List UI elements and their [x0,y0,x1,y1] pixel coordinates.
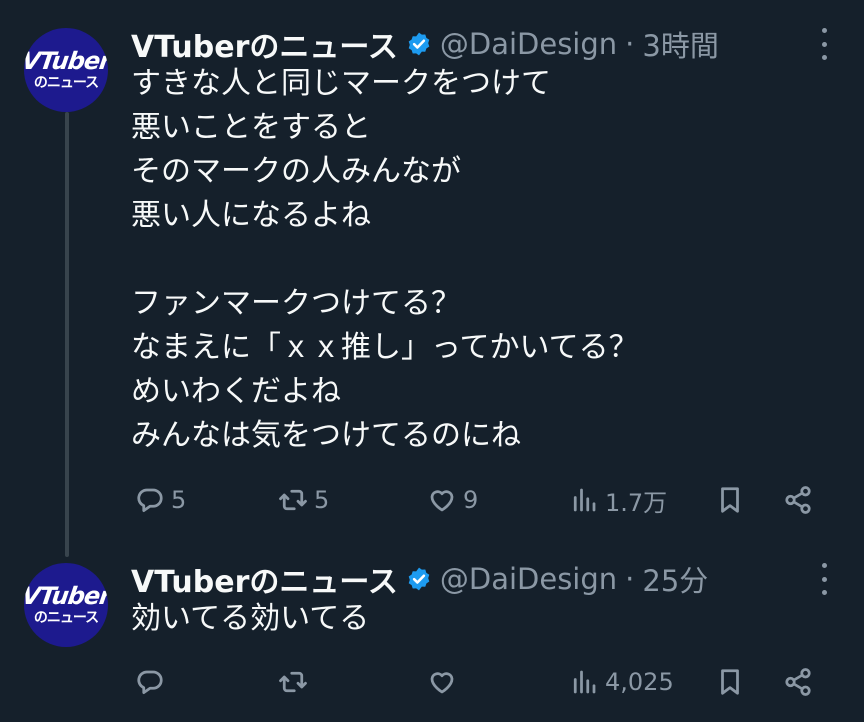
verified-badge-icon[interactable] [406,31,432,57]
avatar[interactable]: VTuber のニュース [24,28,108,112]
avatar-logo-text: VTuber [24,47,108,75]
bookmark-button[interactable] [715,478,745,522]
avatar-logo-subtext: のニュース [33,610,99,626]
avatar[interactable]: VTuber のニュース [24,563,108,647]
share-icon [785,486,811,514]
view-count: 1.7万 [605,488,668,517]
author-name[interactable]: VTuberのニュース [131,557,398,601]
retweet-count: 5 [314,486,330,514]
timeline: VTuber のニュース VTuberのニュース @DaiDesign · 3時… [0,0,864,722]
views-icon [573,488,596,512]
separator-dot: · [625,562,635,596]
more-icon[interactable] [818,28,830,60]
author-handle[interactable]: @DaiDesign [440,27,617,61]
reply-icon [137,670,163,694]
separator-dot: · [625,27,635,61]
share-icon [785,668,811,696]
author-name[interactable]: VTuberのニュース [131,22,398,66]
reply-count: 5 [171,486,187,514]
timestamp[interactable]: 25分 [642,558,708,600]
retweet-icon [279,671,307,693]
bookmark-button[interactable] [715,660,745,704]
retweet-icon [279,489,307,511]
tweet-actions: 4,025 [131,660,831,704]
like-count: 9 [463,486,479,514]
like-button[interactable] [427,660,463,704]
reply-icon [137,488,163,512]
avatar-logo-subtext: のニュース [33,75,99,91]
verified-badge-icon[interactable] [406,566,432,592]
reply-button[interactable]: 5 [135,478,186,522]
share-button[interactable] [783,660,813,704]
share-button[interactable] [783,478,813,522]
timestamp[interactable]: 3時間 [642,23,718,65]
like-button[interactable]: 9 [427,478,478,522]
retweet-button[interactable]: 5 [278,478,329,522]
tweet[interactable]: VTuber のニュース VTuberのニュース @DaiDesign · 3時… [0,0,864,545]
like-icon [430,672,454,694]
retweet-button[interactable] [278,660,314,704]
tweet-header: VTuberのニュース @DaiDesign · 3時間 [131,22,719,66]
like-icon [430,490,454,512]
view-count: 4,025 [605,668,674,696]
tweet[interactable]: VTuber のニュース VTuberのニュース @DaiDesign · 25… [0,545,864,722]
views-icon [573,670,596,694]
tweet-text: すきな人と同じマークをつけて 悪いことをすると そのマークの人みんなが 悪い人に… [131,66,639,453]
more-icon[interactable] [818,563,830,595]
tweet-actions: 5 5 9 1.7万 [131,478,831,522]
views-button[interactable]: 4,025 [569,660,674,704]
bookmark-icon [721,487,739,513]
tweet-header: VTuberのニュース @DaiDesign · 25分 [131,557,708,601]
views-button[interactable]: 1.7万 [569,478,667,522]
bookmark-icon [721,669,739,695]
avatar-logo-text: VTuber [24,582,108,610]
tweet-text: 効いてる効いてる [131,601,370,636]
author-handle[interactable]: @DaiDesign [440,562,617,596]
reply-button[interactable] [135,660,171,704]
